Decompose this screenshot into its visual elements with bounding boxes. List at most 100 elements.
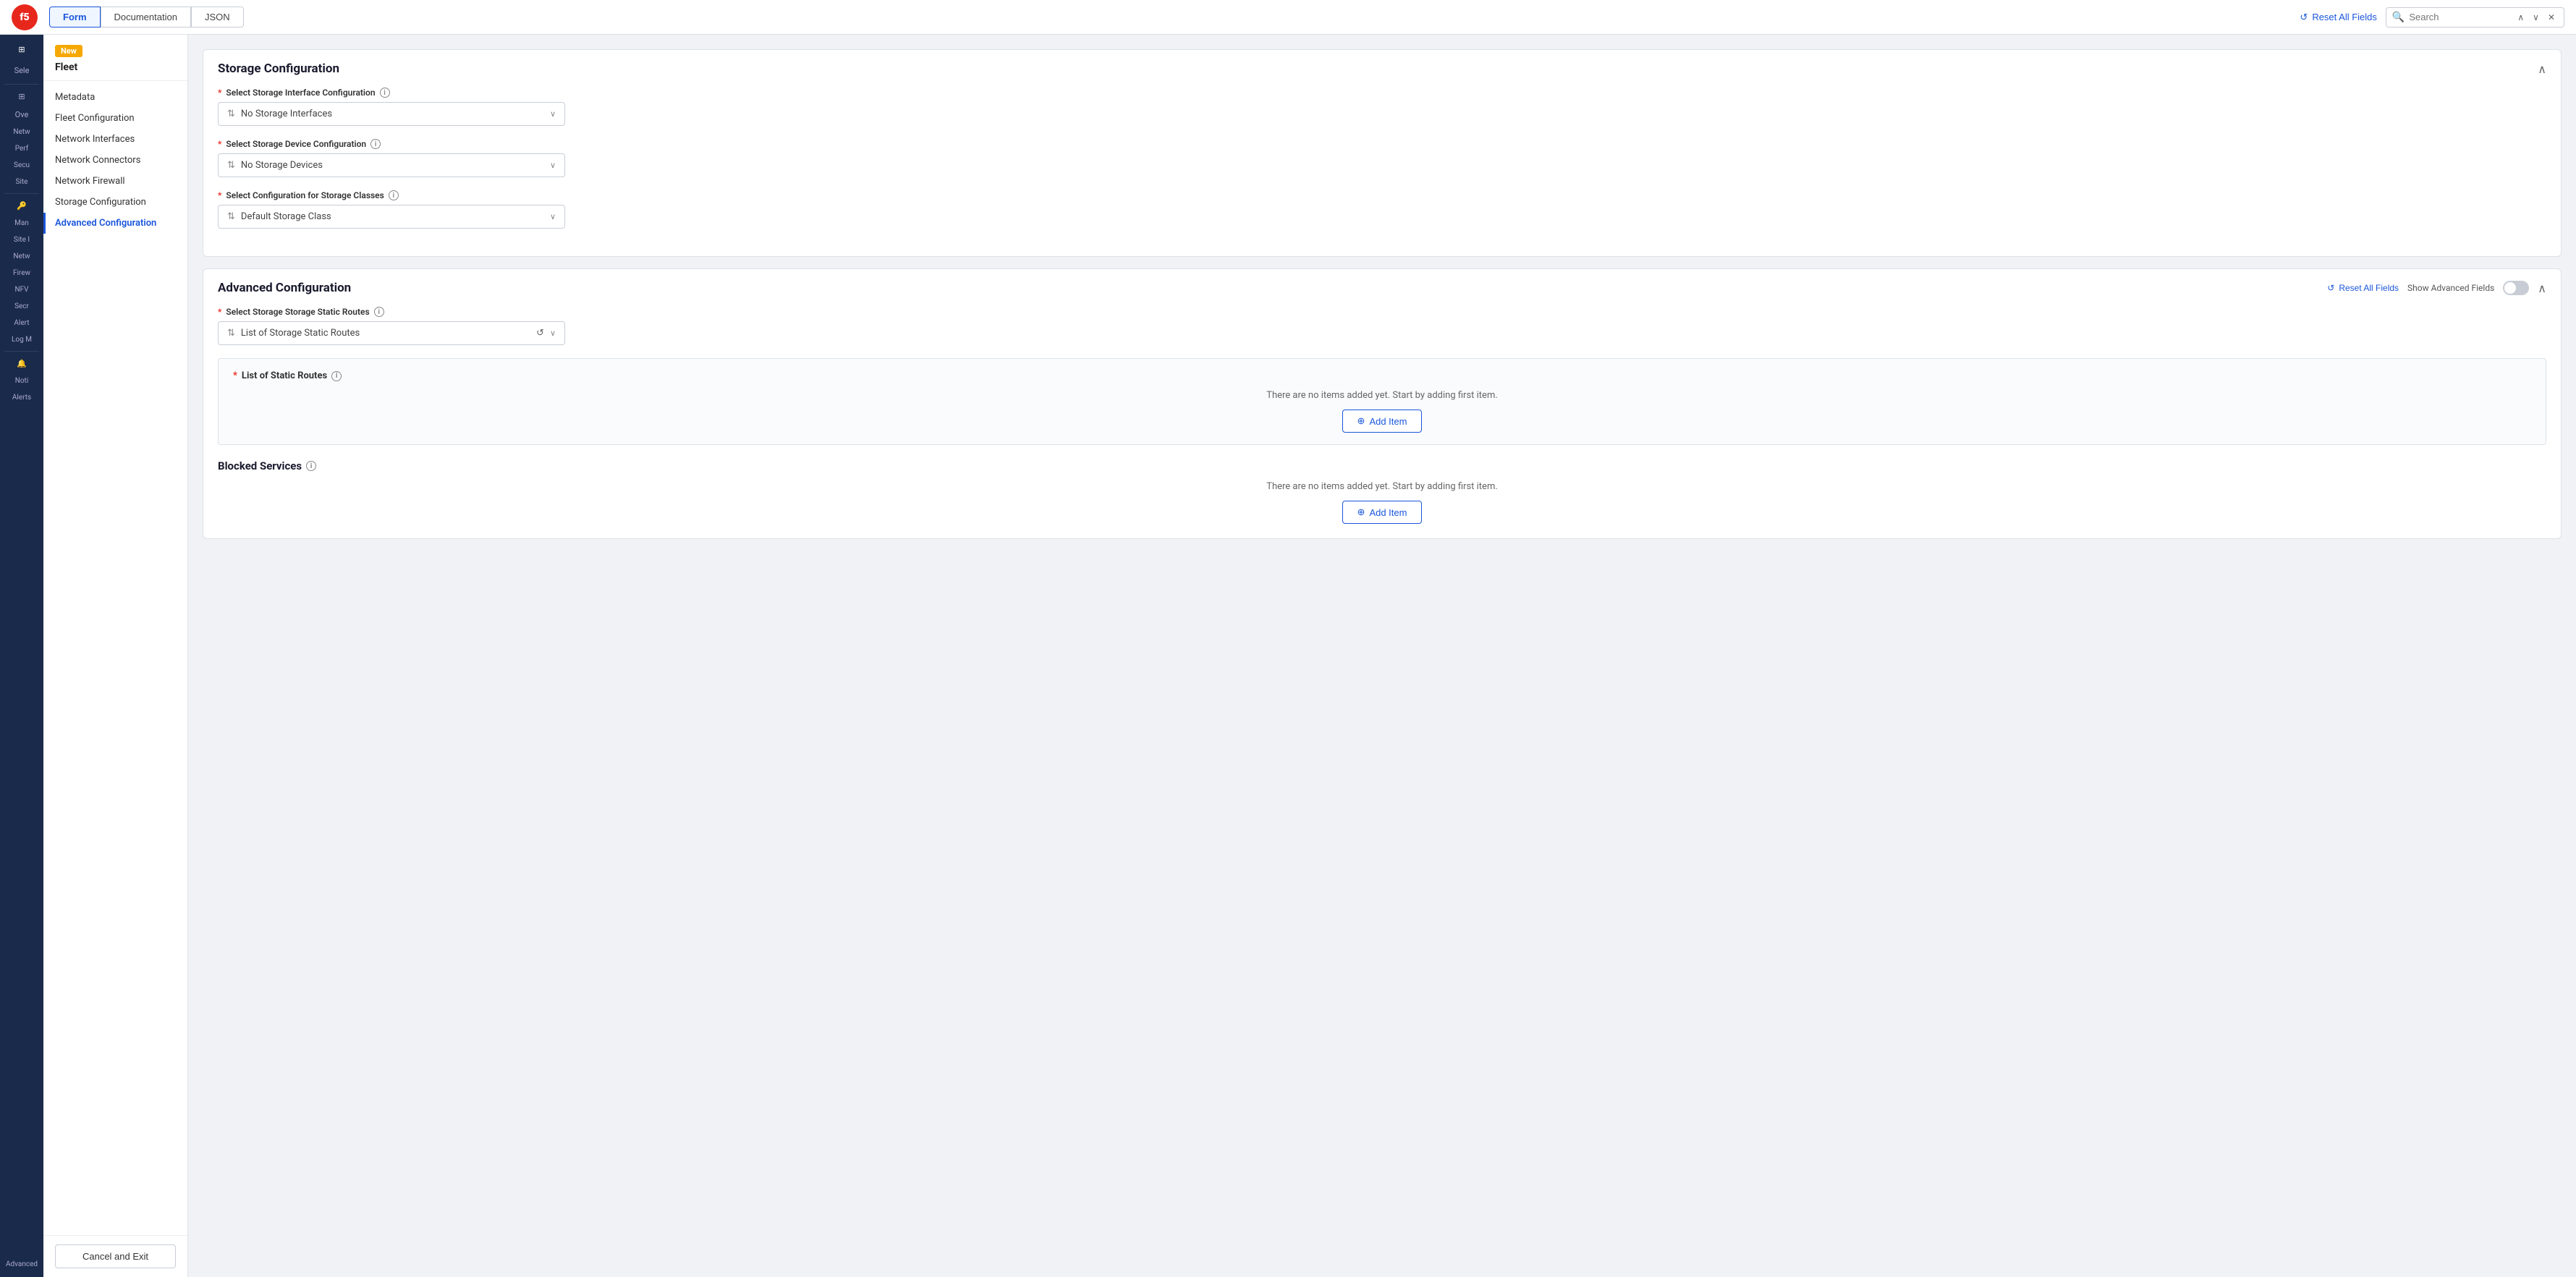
advanced-reset-icon: ↺ — [2327, 283, 2334, 293]
advanced-configuration-header-right: ↺ Reset All Fields Show Advanced Fields … — [2327, 281, 2546, 295]
app-layout: ⊞ Sele ⊞ Ove Netw Perf Secu Site 🔑 Man S… — [0, 35, 2576, 1277]
advanced-configuration-header[interactable]: Advanced Configuration ↺ Reset All Field… — [203, 269, 2561, 307]
storage-device-label: * Select Storage Device Configuration i — [218, 139, 2546, 149]
advanced-reset-fields-button[interactable]: ↺ Reset All Fields — [2327, 283, 2399, 293]
sidebar-item-advanced-configuration[interactable]: Advanced Configuration — [43, 213, 187, 234]
reset-all-fields-top-button[interactable]: ↺ Reset All Fields — [2300, 12, 2377, 23]
f5-logo: f5 — [12, 4, 38, 30]
icon-sidebar-noti[interactable]: Noti — [0, 374, 43, 388]
advanced-configuration-card: Advanced Configuration ↺ Reset All Field… — [203, 268, 2562, 539]
search-next-button[interactable]: ∨ — [2530, 11, 2542, 24]
sidebar-item-network-connectors[interactable]: Network Connectors — [43, 150, 187, 171]
icon-sidebar-sites[interactable]: Site — [0, 175, 43, 189]
icon-sidebar-netw[interactable]: Netw — [0, 125, 43, 139]
static-routes-select[interactable]: ⇅ List of Storage Static Routes ↺ ∨ — [218, 321, 565, 345]
icon-sidebar-item-grid[interactable]: ⊞ — [0, 41, 43, 59]
storage-device-info-icon: i — [370, 139, 381, 149]
add-item-blocked-services-button[interactable]: ⊕ Add Item — [1342, 501, 1423, 524]
icon-sidebar-advanced[interactable]: Advanced — [0, 1257, 43, 1271]
advanced-configuration-body: * Select Storage Storage Static Routes i… — [203, 307, 2561, 538]
icon-sidebar-sele[interactable]: Sele — [0, 61, 43, 80]
tab-group: Form Documentation JSON — [49, 7, 244, 27]
sidebar-item-storage-configuration[interactable]: Storage Configuration — [43, 192, 187, 213]
search-nav: ∧ ∨ ✕ — [2514, 11, 2558, 24]
storage-interface-select-icon: ⇅ — [227, 109, 235, 119]
icon-sidebar-nfv[interactable]: NFV — [0, 283, 43, 297]
icon-sidebar-ove[interactable]: Ove — [0, 107, 43, 122]
static-routes-refresh-icon[interactable]: ↺ — [536, 328, 544, 339]
icon-sidebar-man[interactable]: Man — [0, 216, 43, 230]
add-item-static-routes-plus-icon: ⊕ — [1357, 415, 1365, 427]
blocked-services-title: Blocked Services i — [218, 459, 2546, 472]
sidebar-title: Fleet — [55, 61, 176, 73]
storage-class-select[interactable]: ⇅ Default Storage Class ∨ — [218, 205, 565, 229]
storage-configuration-header[interactable]: Storage Configuration ∧ — [203, 50, 2561, 88]
sidebar-item-fleet-configuration[interactable]: Fleet Configuration — [43, 108, 187, 129]
search-icon: 🔍 — [2392, 12, 2405, 23]
storage-class-label: * Select Configuration for Storage Class… — [218, 190, 2546, 200]
icon-sidebar-bell[interactable]: 🔔 — [14, 356, 30, 371]
icon-sidebar-site-i[interactable]: Site I — [0, 233, 43, 247]
icon-sidebar-firew[interactable]: Firew — [0, 266, 43, 280]
storage-configuration-body: * Select Storage Interface Configuration… — [203, 88, 2561, 256]
storage-class-arrow-icon: ∨ — [550, 212, 556, 221]
storage-configuration-card: Storage Configuration ∧ * Select Storage… — [203, 49, 2562, 257]
storage-device-select[interactable]: ⇅ No Storage Devices ∨ — [218, 153, 565, 177]
static-routes-field: * Select Storage Storage Static Routes i… — [218, 307, 2546, 345]
storage-interface-field: * Select Storage Interface Configuration… — [218, 88, 2546, 126]
topbar: f5 Form Documentation JSON ↺ Reset All F… — [0, 0, 2576, 35]
sidebar-item-network-interfaces[interactable]: Network Interfaces — [43, 129, 187, 150]
icon-sidebar-secr[interactable]: Secr — [0, 300, 43, 313]
new-badge: New — [55, 45, 82, 57]
icon-sidebar-netw2[interactable]: Netw — [0, 250, 43, 263]
sidebar-footer: Cancel and Exit — [43, 1235, 187, 1277]
storage-class-info-icon: i — [389, 190, 399, 200]
tab-documentation[interactable]: Documentation — [101, 7, 191, 27]
advanced-configuration-chevron-up: ∧ — [2538, 281, 2546, 295]
icon-sidebar-alerts2[interactable]: Alerts — [0, 391, 43, 404]
static-routes-select-icon: ⇅ — [227, 328, 235, 339]
static-routes-label: * Select Storage Storage Static Routes i — [218, 307, 2546, 317]
tab-json[interactable]: JSON — [191, 7, 244, 27]
sidebar-item-metadata[interactable]: Metadata — [43, 87, 187, 108]
static-routes-arrow-icon: ∨ — [550, 328, 556, 338]
reset-icon: ↺ — [2300, 12, 2308, 23]
show-advanced-toggle[interactable] — [2503, 281, 2529, 295]
static-routes-info-icon: i — [374, 307, 384, 317]
icon-sidebar-perf[interactable]: Perf — [0, 142, 43, 156]
search-close-button[interactable]: ✕ — [2545, 11, 2558, 24]
storage-interface-info-icon: i — [380, 88, 390, 98]
static-routes-value: List of Storage Static Routes — [241, 328, 530, 339]
icon-sidebar-alert[interactable]: Alert — [0, 316, 43, 330]
icon-sidebar-log[interactable]: Log M — [0, 333, 43, 347]
tab-form[interactable]: Form — [49, 7, 101, 27]
storage-interface-label: * Select Storage Interface Configuration… — [218, 88, 2546, 98]
storage-device-value: No Storage Devices — [241, 160, 544, 171]
icon-sidebar-key[interactable]: 🔑 — [14, 198, 30, 213]
storage-interface-select[interactable]: ⇅ No Storage Interfaces ∨ — [218, 102, 565, 126]
main-content: Storage Configuration ∧ * Select Storage… — [188, 35, 2576, 1277]
storage-class-field: * Select Configuration for Storage Class… — [218, 190, 2546, 229]
add-item-static-routes-button[interactable]: ⊕ Add Item — [1342, 410, 1423, 433]
icon-sidebar: ⊞ Sele ⊞ Ove Netw Perf Secu Site 🔑 Man S… — [0, 35, 43, 1277]
blocked-services-section: Blocked Services i There are no items ad… — [218, 459, 2546, 524]
storage-interface-value: No Storage Interfaces — [241, 109, 544, 119]
search-prev-button[interactable]: ∧ — [2514, 11, 2527, 24]
icon-sidebar-grid[interactable]: ⊞ — [15, 89, 27, 104]
sidebar-item-network-firewall[interactable]: Network Firewall — [43, 171, 187, 192]
search-box: 🔍 ∧ ∨ ✕ — [2386, 7, 2564, 27]
list-of-static-routes-info-icon: i — [331, 371, 342, 381]
sidebar-brand: New Fleet — [43, 35, 187, 81]
storage-configuration-title: Storage Configuration — [218, 61, 339, 76]
list-of-static-routes-box: * List of Static Routes i There are no i… — [218, 358, 2546, 445]
list-of-static-routes-title: * List of Static Routes i — [233, 370, 2531, 381]
storage-device-select-icon: ⇅ — [227, 160, 235, 171]
add-item-blocked-services-plus-icon: ⊕ — [1357, 506, 1365, 518]
cancel-exit-button[interactable]: Cancel and Exit — [55, 1244, 176, 1268]
search-input[interactable] — [2409, 12, 2510, 22]
storage-class-value: Default Storage Class — [241, 211, 544, 222]
storage-interface-arrow-icon: ∨ — [550, 109, 556, 119]
storage-class-select-icon: ⇅ — [227, 211, 235, 222]
blocked-services-info-icon: i — [306, 461, 316, 471]
icon-sidebar-secu[interactable]: Secu — [0, 158, 43, 172]
